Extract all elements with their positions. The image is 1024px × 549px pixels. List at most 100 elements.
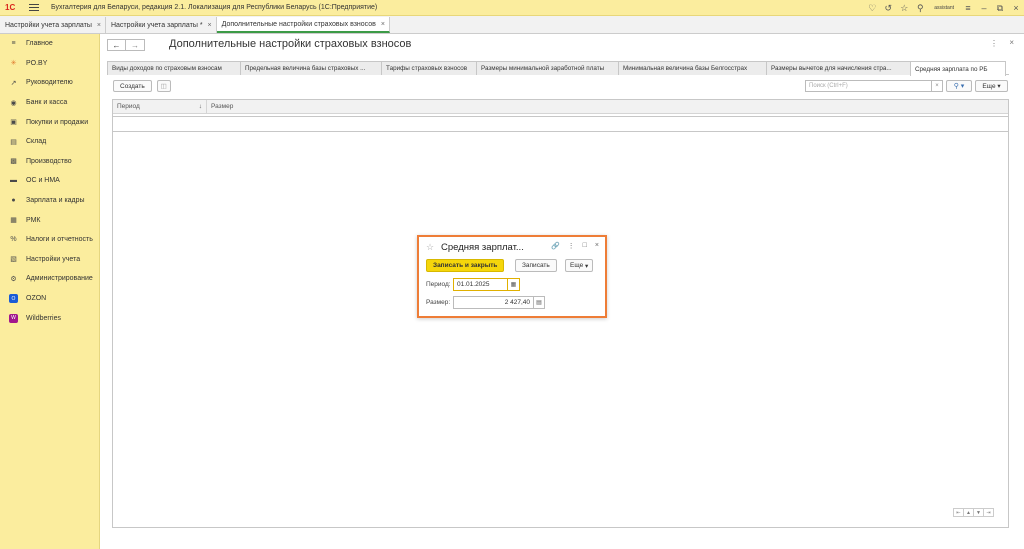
sidebar-item-sales[interactable]: ▣ Покупки и продажи: [0, 112, 99, 132]
sidebar-item-label: Настройки учета: [26, 255, 81, 263]
settings-menu-icon[interactable]: ≡: [960, 0, 976, 16]
page-title: Дополнительные настройки страховых взнос…: [169, 38, 412, 50]
sidebar-item-production[interactable]: ▩ Производство: [0, 152, 99, 172]
link-icon[interactable]: 🔗: [551, 242, 560, 250]
tab-belgosstrakh[interactable]: Минимальная величина базы Белгосстрах: [618, 61, 767, 75]
sidebar-item-director[interactable]: ↗ Руководителю: [0, 73, 99, 93]
more-vertical-icon[interactable]: ⋮: [990, 39, 998, 48]
more-button[interactable]: Еще ▾: [975, 80, 1008, 92]
column-header-period[interactable]: Период ↓: [113, 100, 207, 113]
wildberries-icon: W: [9, 313, 18, 323]
more-vertical-icon[interactable]: ⋮: [568, 242, 575, 250]
coin-icon: ◉: [10, 99, 17, 107]
more-label: Еще: [982, 82, 996, 90]
close-form-icon[interactable]: ×: [1009, 38, 1014, 47]
column-label: Период: [117, 103, 140, 110]
dialog-window-controls: 🔗 ⋮ □ ×: [551, 242, 599, 250]
star-icon: ✳: [10, 60, 17, 68]
current-user[interactable]: assistant: [934, 5, 954, 11]
hamburger-menu-icon[interactable]: [29, 4, 39, 11]
sidebar-item-settings[interactable]: ▧ Настройки учета: [0, 250, 99, 270]
title-bar: 1С Бухгалтерия для Беларуси, редакция 2.…: [0, 0, 1024, 16]
close-tab-icon[interactable]: ×: [208, 22, 212, 29]
trend-icon: ↗: [10, 79, 17, 87]
close-tab-icon[interactable]: ×: [97, 22, 101, 29]
open-tabs-bar: Настройки учета зарплаты × Настройки уче…: [0, 16, 1024, 34]
copy-icon[interactable]: ◫: [156, 80, 171, 92]
sidebar-item-warehouse[interactable]: ▤ Склад: [0, 132, 99, 152]
gear-icon: ⚙: [10, 275, 17, 283]
app-logo: 1С: [5, 2, 16, 12]
sidebar-item-salary[interactable]: ● Зарплата и кадры: [0, 191, 99, 211]
search-icon[interactable]: ⚲: [912, 0, 928, 16]
app-title: Бухгалтерия для Беларуси, редакция 2.1. …: [51, 4, 378, 11]
sidebar-item-label: ОС и НМА: [26, 177, 60, 185]
sidebar-item-poby[interactable]: ✳ PO.BY: [0, 54, 99, 74]
create-button[interactable]: Создать: [113, 80, 152, 92]
forward-arrow-icon[interactable]: →: [126, 39, 145, 51]
close-icon[interactable]: ×: [595, 242, 599, 250]
save-and-close-button[interactable]: Записать и закрыть: [426, 259, 505, 272]
clear-search-icon[interactable]: ×: [931, 80, 943, 92]
close-icon[interactable]: ×: [1008, 0, 1024, 16]
person-icon: ●: [11, 197, 16, 205]
sidebar-item-taxes[interactable]: % Налоги и отчетность: [0, 230, 99, 250]
sidebar-item-wildberries[interactable]: W Wildberries: [0, 308, 99, 328]
favorites-star-icon[interactable]: ☆: [896, 0, 912, 16]
open-tab-3[interactable]: Дополнительные настройки страховых взнос…: [216, 17, 390, 33]
open-tab-label: Настройки учета зарплаты *: [110, 21, 203, 29]
column-header-size[interactable]: Размер: [207, 100, 233, 113]
sidebar-item-main[interactable]: ≡ Главное: [0, 34, 99, 54]
tab-average-salary[interactable]: Средняя зарплата по РБ: [910, 61, 1006, 76]
save-button[interactable]: Записать: [515, 259, 557, 272]
period-field[interactable]: 01.01.2025: [453, 278, 508, 291]
tab-income-types[interactable]: Виды доходов по страховым взносам: [107, 61, 241, 75]
sidebar-item-label: Главное: [26, 40, 53, 48]
tab-tariffs[interactable]: Тарифы страховых взносов: [381, 61, 477, 75]
navigation-buttons: ← →: [107, 39, 145, 51]
last-page-icon[interactable]: ⇥: [983, 508, 994, 517]
book-icon: ▧: [10, 256, 17, 264]
factory-icon: ▩: [10, 158, 17, 166]
tab-min-wage[interactable]: Размеры минимальной заработной платы: [476, 61, 619, 75]
calculator-icon[interactable]: ▤: [534, 296, 545, 309]
sidebar-item-label: Руководителю: [26, 79, 73, 87]
sidebar-item-label: Зарплата и кадры: [26, 197, 85, 205]
tab-deductions[interactable]: Размеры вычетов для начисления стра...: [766, 61, 911, 75]
favorite-star-icon[interactable]: ☆: [426, 242, 434, 253]
close-tab-icon[interactable]: ×: [381, 21, 385, 28]
sidebar-item-label: Налоги и отчетность: [26, 236, 93, 244]
search-input[interactable]: Поиск (Ctrl+F): [805, 80, 943, 92]
size-field[interactable]: 2 427,40: [453, 296, 534, 309]
calendar-icon[interactable]: ▦: [508, 278, 520, 291]
search-button[interactable]: ⚲ ▾: [946, 80, 972, 92]
tab-base-limit[interactable]: Предельная величина базы страховых ...: [240, 61, 382, 75]
sidebar-item-label: РМК: [26, 216, 41, 224]
more-button[interactable]: Еще ▾: [565, 259, 594, 272]
table-row[interactable]: [113, 116, 1008, 132]
more-label: Еще: [570, 262, 584, 269]
list-toolbar: Создать ◫: [113, 80, 171, 92]
period-label: Период:: [426, 281, 451, 288]
sidebar-item-bank[interactable]: ◉ Банк и касса: [0, 93, 99, 113]
open-tab-2[interactable]: Настройки учета зарплаты * ×: [105, 17, 217, 33]
cart-icon: ▣: [10, 119, 17, 127]
sidebar-item-label: PO.BY: [26, 59, 48, 67]
open-tab-1[interactable]: Настройки учета зарплаты ×: [0, 17, 106, 33]
pager: ⇤ ▲ ▼ ⇥: [953, 508, 994, 517]
bell-icon[interactable]: ♡: [864, 0, 880, 16]
record-dialog: ☆ Средняя зарплат... 🔗 ⋮ □ × Записать и …: [417, 235, 607, 318]
sidebar-item-admin[interactable]: ⚙ Администрирование: [0, 269, 99, 289]
minimize-icon[interactable]: –: [976, 0, 992, 16]
sidebar-item-ozon[interactable]: O OZON: [0, 289, 99, 309]
sidebar-item-rmk[interactable]: ▦ РМК: [0, 210, 99, 230]
dialog-title: Средняя зарплат...: [441, 242, 524, 253]
subtabs: Виды доходов по страховым взносам Предел…: [107, 61, 1009, 76]
sidebar-item-assets[interactable]: ▬ ОС и НМА: [0, 171, 99, 191]
sidebar-item-label: Администрирование: [26, 275, 93, 283]
maximize-icon[interactable]: □: [583, 242, 587, 250]
restore-icon[interactable]: ⧉: [992, 0, 1008, 16]
column-label: Размер: [211, 103, 234, 110]
history-icon[interactable]: ↺: [880, 0, 896, 16]
back-arrow-icon[interactable]: ←: [107, 39, 126, 51]
